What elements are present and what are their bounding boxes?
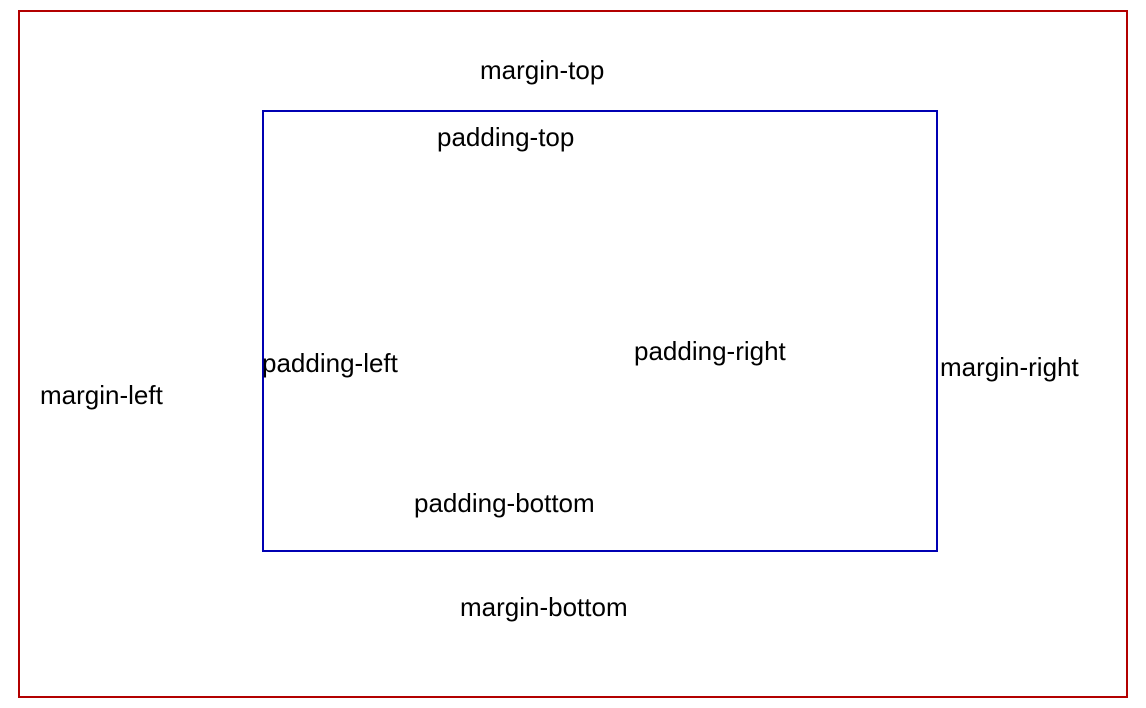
margin-right-label: margin-right	[940, 352, 1079, 383]
margin-left-label: margin-left	[40, 380, 163, 411]
padding-right-label: padding-right	[634, 336, 786, 367]
padding-bottom-label: padding-bottom	[414, 488, 595, 519]
padding-left-label: padding-left	[262, 348, 398, 379]
padding-box	[262, 110, 938, 552]
margin-bottom-label: margin-bottom	[460, 592, 628, 623]
padding-top-label: padding-top	[437, 122, 574, 153]
margin-top-label: margin-top	[480, 55, 604, 86]
